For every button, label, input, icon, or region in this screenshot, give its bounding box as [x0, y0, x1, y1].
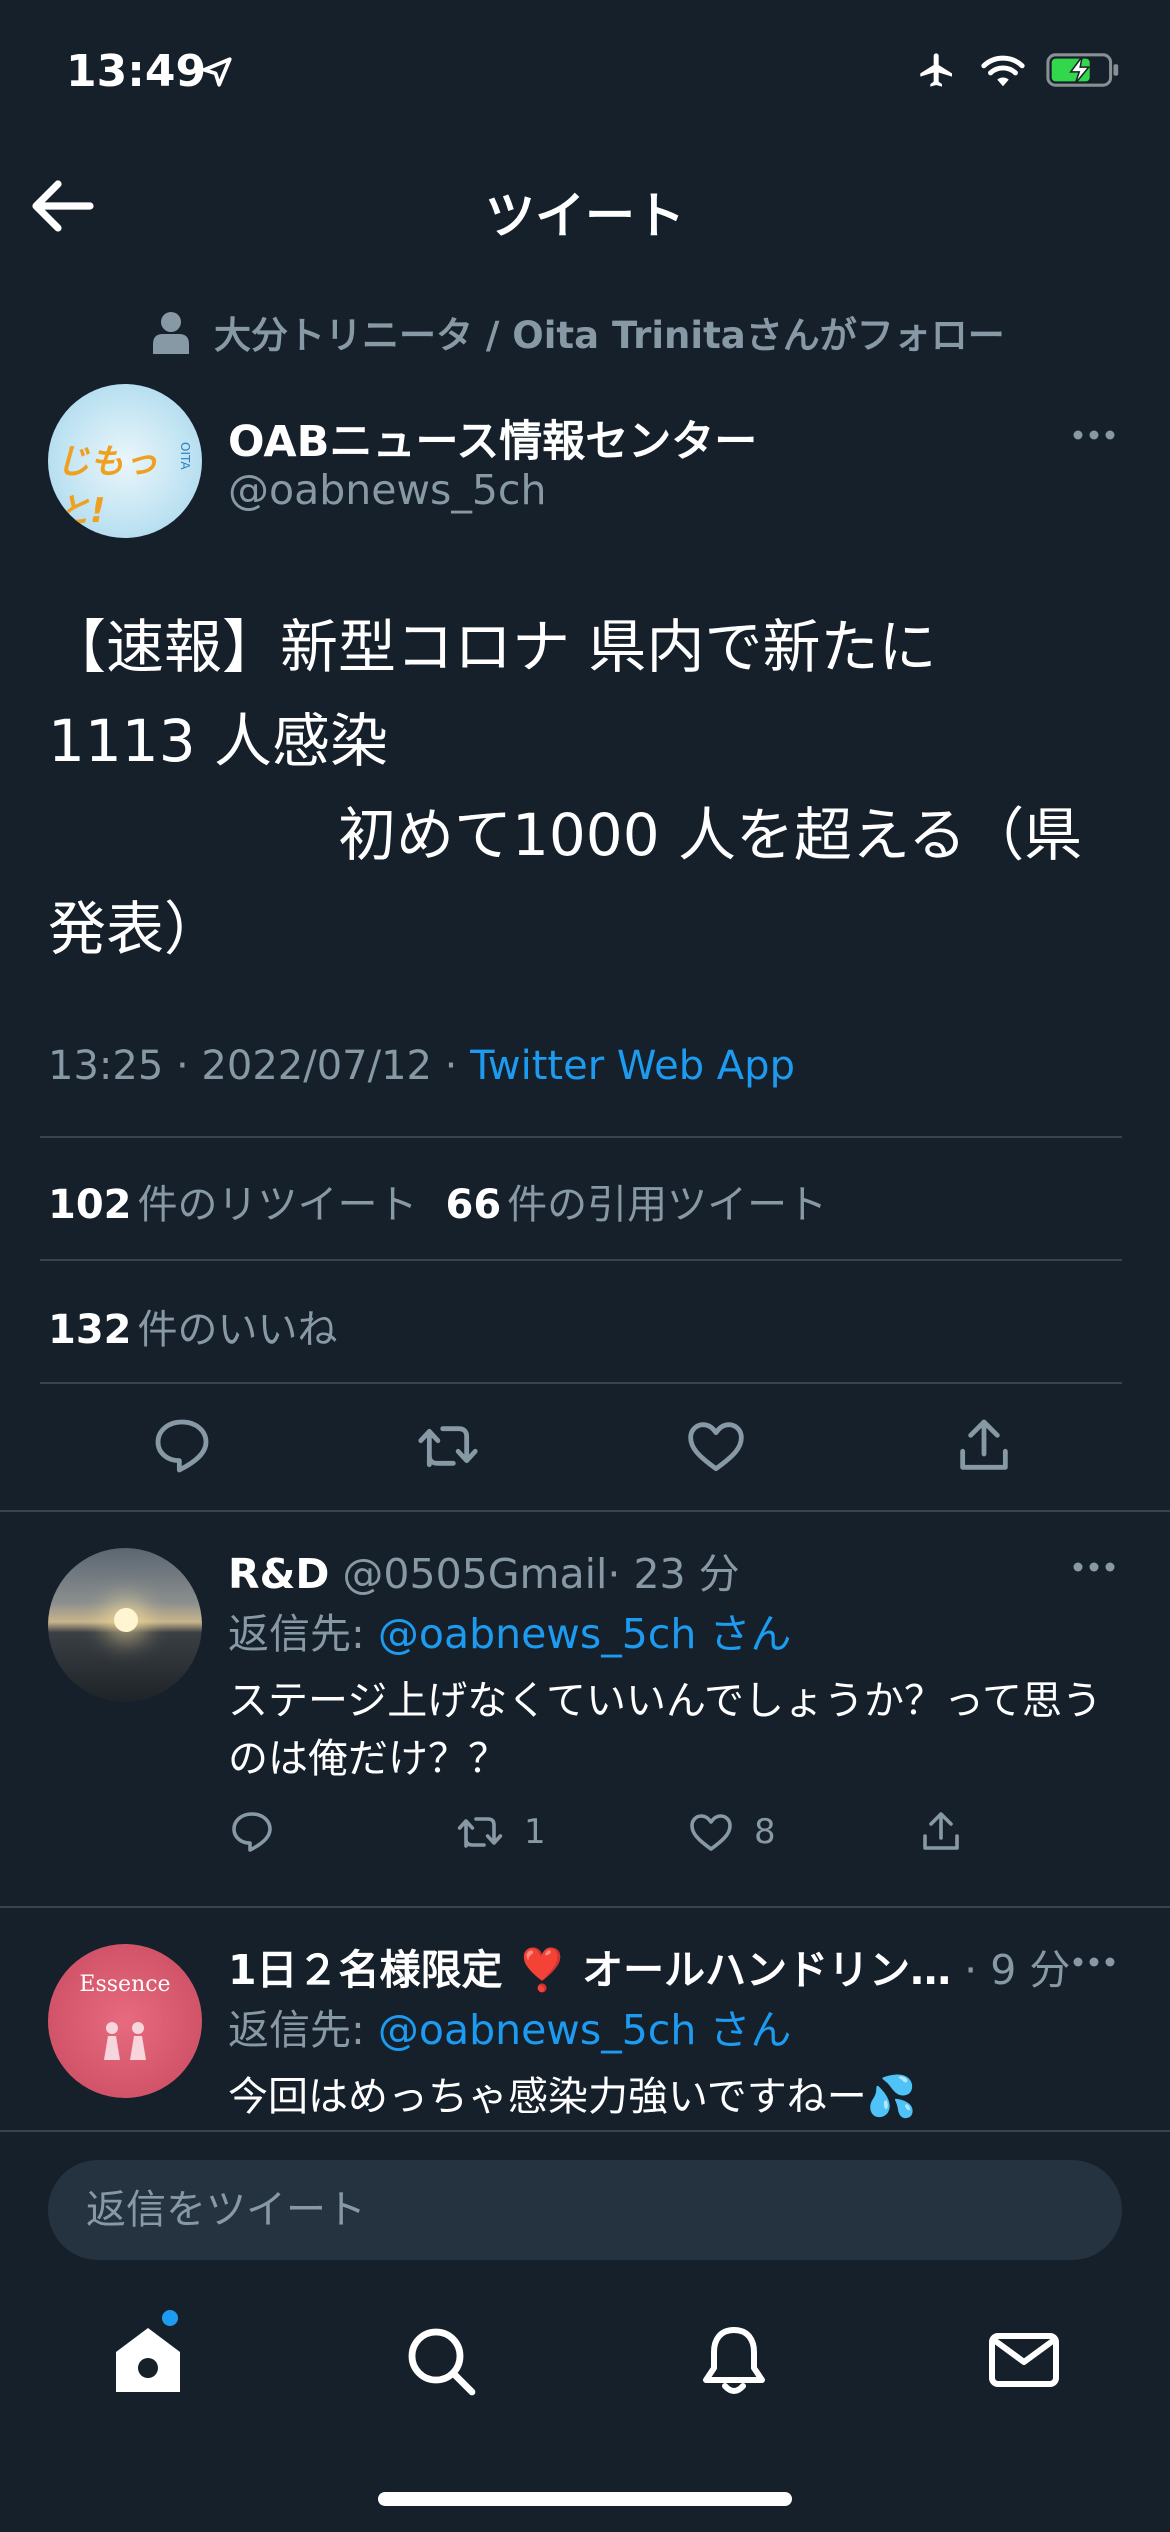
reply-header: 1日２名様限定 ❣️ オールハンドリン… · 9 分 — [228, 1936, 1070, 1996]
wifi-icon — [981, 55, 1025, 87]
avatar-illustration — [104, 2022, 146, 2060]
status-bar: 13:49 — [0, 0, 1170, 140]
top-header: ツイート — [0, 150, 1170, 260]
avatar-brand-text: Essence — [79, 1972, 171, 1997]
home-indicator[interactable] — [378, 2492, 792, 2506]
reply-retweet-button[interactable]: 1 — [454, 1808, 546, 1856]
likes-stats[interactable]: 132 件のいいね — [48, 1297, 338, 1355]
social-context-text: 大分トリニータ / Oita Trinitaさんがフォロー — [214, 314, 1005, 357]
messages-icon[interactable] — [984, 2320, 1064, 2400]
retweets-stat[interactable]: 102 件のリツイート — [48, 1172, 418, 1230]
more-options-icon[interactable] — [1072, 1955, 1116, 1969]
more-options-icon[interactable] — [1072, 1560, 1116, 1574]
reply-author-name[interactable]: R&D — [228, 1550, 329, 1598]
share-icon — [923, 1812, 959, 1850]
person-icon — [153, 312, 189, 354]
divider — [40, 1259, 1122, 1261]
reply-text: 今回はめっちゃ感染力強いですねー💦 — [228, 2074, 917, 2120]
divider — [40, 1136, 1122, 1138]
reply-time: · 9 分 — [964, 1946, 1071, 1994]
social-context[interactable]: 大分トリニータ / Oita Trinitaさんがフォロー — [150, 305, 1005, 359]
author-name[interactable]: OABニュース情報センター — [228, 407, 757, 469]
page-title: ツイート — [485, 187, 685, 245]
author-handle[interactable]: @oabnews_5ch — [228, 466, 546, 514]
reply-text: ステージ上げなくていいんでしょうか？って思うのは俺だけ？？ — [228, 1678, 1102, 1782]
tweet-timestamp: 13:25 · 2022/07/12 · — [48, 1043, 471, 1089]
tweet-text: 【速報】新型コロナ 県内で新たに 1113 人感染 初めて1000 人を超える（… — [48, 613, 1083, 963]
reply-to-handle[interactable]: @oabnews_5ch さん — [378, 2006, 791, 2054]
search-icon[interactable] — [400, 2320, 480, 2400]
section-divider — [0, 1906, 1170, 1908]
quotes-count: 66 — [445, 1182, 502, 1228]
reply-to-line: 返信先: @oabnews_5ch さん — [228, 1600, 791, 1660]
divider — [40, 1382, 1122, 1384]
reply-like-button[interactable]: 8 — [686, 1808, 776, 1856]
home-icon[interactable] — [108, 2320, 188, 2400]
quotes-label: 件の引用ツイート — [507, 1182, 828, 1228]
reply-header: R&D @0505Gmail· 23 分 — [228, 1540, 740, 1600]
likes-count: 132 — [48, 1307, 132, 1353]
reply-time: · 23 分 — [607, 1550, 740, 1598]
reply-to-label: 返信先: — [228, 2006, 378, 2054]
reply-icon[interactable] — [150, 1414, 214, 1478]
reply-retweet-count: 1 — [524, 1812, 546, 1852]
share-icon[interactable] — [952, 1414, 1016, 1478]
battery-charging-icon — [1046, 53, 1119, 87]
reply-share-button[interactable] — [916, 1808, 966, 1856]
airplane-icon — [920, 53, 952, 87]
like-icon — [690, 1814, 732, 1851]
reply-to-label: 返信先: — [228, 1610, 378, 1658]
retweet-stats: 102 件のリツイート 66 件の引用ツイート — [48, 1172, 827, 1230]
author-avatar[interactable]: じもっと! OITA — [48, 384, 202, 538]
notifications-icon[interactable] — [694, 2320, 774, 2400]
reply-author-handle[interactable]: @0505Gmail — [342, 1550, 607, 1598]
reply-reply-button[interactable] — [228, 1808, 276, 1856]
tweet-meta: 13:25 · 2022/07/12 · Twitter Web App — [48, 1043, 795, 1089]
reply-avatar[interactable] — [48, 1548, 202, 1702]
home-notification-dot — [162, 2310, 178, 2326]
reply-to-line: 返信先: @oabnews_5ch さん — [228, 1996, 791, 2056]
quotes-stat[interactable]: 66 件の引用ツイート — [446, 1172, 828, 1230]
like-icon[interactable] — [684, 1414, 748, 1478]
reply-composer-bar — [0, 2130, 1170, 2260]
reply-action-bar: 1 8 — [228, 1808, 1028, 1868]
retweets-count: 102 — [48, 1182, 132, 1228]
location-arrow-icon — [202, 57, 232, 87]
reply-like-count: 8 — [754, 1812, 776, 1852]
avatar-logo-subtext: OITA — [178, 442, 192, 470]
reply-author-name[interactable]: 1日２名様限定 ❣️ オールハンドリン… — [228, 1946, 951, 1994]
reply-icon — [232, 1812, 272, 1852]
status-time: 13:49 — [66, 46, 207, 97]
retweets-label: 件のリツイート — [137, 1182, 418, 1228]
tweet-action-bar — [0, 1410, 1170, 1490]
likes-label: 件のいいね — [137, 1307, 338, 1353]
more-options-icon[interactable] — [1072, 428, 1116, 442]
tweet-source-link[interactable]: Twitter Web App — [470, 1043, 795, 1089]
reply-avatar[interactable]: Essence — [48, 1944, 202, 2098]
retweet-icon[interactable] — [416, 1414, 480, 1478]
retweet-icon — [457, 1817, 503, 1848]
reply-input[interactable] — [48, 2160, 1122, 2260]
reply-to-handle[interactable]: @oabnews_5ch さん — [378, 1610, 791, 1658]
reply-composer[interactable] — [48, 2160, 1122, 2260]
